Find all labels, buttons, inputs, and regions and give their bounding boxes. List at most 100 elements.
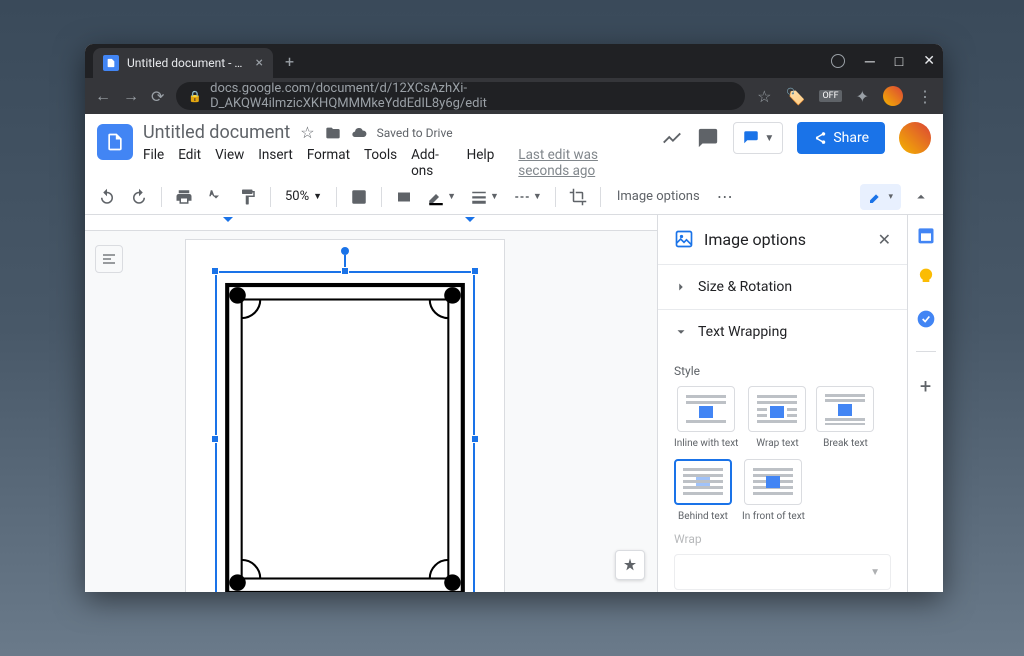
sidebar-close-icon[interactable]: ✕ [878, 230, 891, 249]
maximize-button[interactable]: □ [895, 53, 903, 70]
menubar: File Edit View Insert Format Tools Add-o… [143, 147, 651, 179]
undo-button[interactable] [93, 184, 121, 210]
explore-button[interactable] [615, 550, 645, 580]
last-edit-text[interactable]: Last edit was seconds ago [518, 147, 651, 179]
activity-icon[interactable] [661, 127, 683, 149]
collapse-button[interactable] [907, 184, 935, 210]
menu-format[interactable]: Format [307, 147, 350, 179]
menu-edit[interactable]: Edit [178, 147, 201, 179]
saved-status: Saved to Drive [377, 126, 453, 140]
dropdown-caret-icon: ▼ [870, 567, 880, 578]
handle-top[interactable] [341, 267, 349, 275]
menu-tools[interactable]: Tools [364, 147, 397, 179]
image-icon [674, 229, 694, 249]
back-button[interactable]: ← [95, 86, 111, 106]
sidebar-title: Image options [704, 230, 868, 249]
style-grid: Inline with text Wrap text Break text Be… [674, 386, 891, 522]
main-area: Move with text▼ ⋮ Image options ✕ Size &… [85, 215, 943, 592]
present-button[interactable]: ▼ [733, 122, 783, 154]
tab-close-icon[interactable]: × [256, 55, 263, 71]
close-button[interactable]: ✕ [923, 53, 935, 69]
menu-insert[interactable]: Insert [258, 147, 293, 179]
url-field[interactable]: 🔒 docs.google.com/document/d/12XCsAzhXi-… [176, 82, 745, 110]
handle-right[interactable] [471, 435, 479, 443]
calendar-icon[interactable] [916, 225, 936, 245]
border-weight-button[interactable]: ▼ [465, 184, 504, 210]
border-color-button[interactable]: ▼ [422, 184, 461, 210]
handle-left[interactable] [211, 435, 219, 443]
redo-button[interactable] [125, 184, 153, 210]
ruler-horizontal[interactable] [85, 215, 657, 231]
style-wrap[interactable]: Wrap text [748, 386, 806, 449]
keep-icon[interactable] [916, 267, 936, 287]
wrap-label: Wrap [674, 532, 891, 546]
zoom-select[interactable]: 50%▼ [279, 185, 328, 208]
minimize-button[interactable]: ─ [865, 53, 875, 70]
extension-off-icon[interactable]: OFF [819, 90, 841, 102]
docs-logo-icon[interactable] [97, 124, 133, 160]
star-document-icon[interactable]: ☆ [300, 123, 314, 142]
print-button[interactable] [170, 184, 198, 210]
image-adjust-button[interactable] [345, 184, 373, 210]
section-size-header[interactable]: Size & Rotation [658, 265, 907, 309]
section-size-label: Size & Rotation [698, 279, 792, 295]
document-title[interactable]: Untitled document [143, 122, 290, 143]
docs-app: Untitled document ☆ Saved to Drive File … [85, 114, 943, 592]
handle-top-right[interactable] [471, 267, 479, 275]
browser-tab[interactable]: Untitled document - Google Doc × [93, 48, 273, 78]
spellcheck-button[interactable] [202, 184, 230, 210]
sidebar-header: Image options ✕ [658, 215, 907, 264]
image-options-label[interactable]: Image options [609, 189, 708, 204]
forward-button[interactable]: → [123, 86, 139, 106]
star-icon[interactable]: ☆ [757, 87, 771, 106]
chevron-down-icon [674, 325, 688, 339]
style-inline[interactable]: Inline with text [674, 386, 738, 449]
new-tab-button[interactable]: + [285, 52, 294, 71]
dropdown-caret-icon: ▼ [764, 133, 774, 144]
border-dash-button[interactable]: ▼ [508, 184, 547, 210]
chevron-right-icon [674, 280, 688, 294]
selected-image[interactable] [215, 271, 475, 592]
canvas-area[interactable]: Move with text▼ ⋮ [85, 215, 657, 592]
dock-separator [916, 351, 936, 352]
docs-header: Untitled document ☆ Saved to Drive File … [85, 114, 943, 179]
url-text: docs.google.com/document/d/12XCsAzhXi-D_… [210, 81, 733, 111]
menu-file[interactable]: File [143, 147, 164, 179]
reload-button[interactable]: ⟳ [151, 87, 164, 106]
selection-box [215, 271, 475, 592]
cloud-saved-icon [351, 125, 367, 141]
extensions-icon[interactable]: ✦ [856, 87, 869, 106]
editing-mode-button[interactable]: ▾ [860, 184, 901, 210]
section-wrapping-header[interactable]: Text Wrapping [658, 310, 907, 354]
crop-button[interactable] [564, 184, 592, 210]
right-dock: + [907, 215, 943, 592]
style-label: Style [674, 364, 891, 378]
share-label: Share [833, 130, 869, 146]
style-behind[interactable]: Behind text [674, 459, 732, 522]
menu-view[interactable]: View [215, 147, 244, 179]
paint-format-button[interactable] [234, 184, 262, 210]
menu-help[interactable]: Help [467, 147, 495, 179]
more-button[interactable]: ⋯ [712, 183, 738, 210]
chrome-menu-icon[interactable]: ⋮ [917, 87, 933, 106]
user-avatar[interactable] [899, 122, 931, 154]
rotate-handle[interactable] [341, 247, 349, 255]
section-text-wrapping: Text Wrapping Style Inline with text Wra… [658, 309, 907, 592]
extension-tag-icon[interactable]: 🏷️ [786, 87, 806, 106]
style-break[interactable]: Break text [816, 386, 874, 449]
add-addon-icon[interactable]: + [920, 374, 931, 398]
handle-top-left[interactable] [211, 267, 219, 275]
move-document-icon[interactable] [325, 125, 341, 141]
share-button[interactable]: Share [797, 122, 885, 154]
style-front[interactable]: In front of text [742, 459, 805, 522]
wrap-select: ▼ [674, 554, 891, 590]
address-bar: ← → ⟳ 🔒 docs.google.com/document/d/12XCs… [85, 78, 943, 114]
menu-addons[interactable]: Add-ons [411, 147, 453, 179]
comments-icon[interactable] [697, 127, 719, 149]
ambient-icon[interactable] [831, 54, 845, 68]
chrome-avatar[interactable] [883, 86, 903, 106]
lock-icon: 🔒 [188, 90, 202, 103]
replace-image-button[interactable] [390, 184, 418, 210]
tasks-icon[interactable] [916, 309, 936, 329]
document-outline-button[interactable] [95, 245, 123, 273]
